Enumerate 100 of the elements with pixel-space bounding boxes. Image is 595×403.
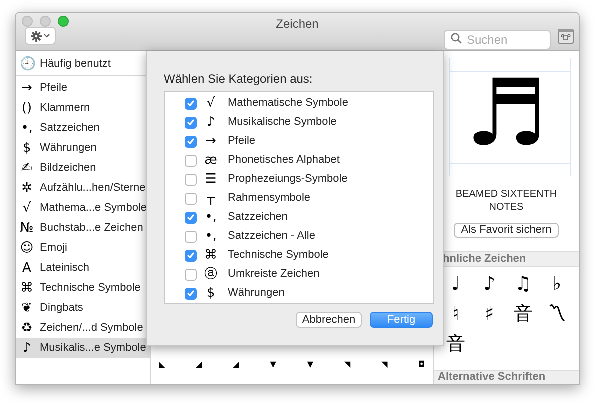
category-label: Währungen <box>40 140 97 156</box>
checkbox[interactable] <box>185 136 197 148</box>
character-glyph[interactable]: ◥ <box>344 361 351 369</box>
sidebar-item[interactable]: ❦ Dingbats <box>16 298 150 318</box>
sidebar-item[interactable]: ✲ Aufzählu...hen/Sterne <box>16 178 150 198</box>
character-glyph[interactable]: ♮ <box>452 304 460 324</box>
character-glyph[interactable]: ◥ <box>382 361 388 369</box>
checkbox[interactable] <box>185 230 197 242</box>
character-glyph[interactable]: ◘ <box>418 361 425 369</box>
sidebar-item[interactable]: № Buchstab...e Zeichen <box>16 218 150 238</box>
category-icon: ♪ <box>20 342 34 354</box>
category-icon: ☺ <box>20 242 34 254</box>
category-icon: √ <box>20 202 34 214</box>
character-glyph[interactable]: 音 <box>514 304 533 324</box>
category-icon: ⓐ <box>203 268 219 281</box>
category-label: Musikalis...e Symbole <box>40 340 146 356</box>
category-label: Buchstab...e Zeichen <box>40 220 144 236</box>
section-header: Alternative Schriften <box>434 370 579 384</box>
checkbox[interactable] <box>185 174 197 186</box>
character-glyph[interactable]: ◣ <box>159 361 166 369</box>
character-glyph[interactable]: ♩ <box>451 274 460 294</box>
sidebar-item[interactable]: A Lateinisch <box>16 258 150 278</box>
sheet-prompt: Wählen Sie Kategorien aus: <box>164 71 313 88</box>
character-glyph[interactable]: ▼ <box>307 361 314 369</box>
sidebar-item[interactable]: ♻ Zeichen/...d Symbole <box>16 318 150 338</box>
sidebar-item[interactable]: ♪ Musikalis...e Symbole <box>16 338 150 358</box>
search-field[interactable]: Suchen <box>444 30 551 50</box>
category-label: Satzzeichen <box>40 120 100 136</box>
checkbox[interactable] <box>185 192 197 204</box>
sidebar-item[interactable]: ☺ Emoji <box>16 238 150 258</box>
character-glyph[interactable]: 〽 <box>548 304 567 324</box>
gear-icon <box>31 30 42 42</box>
action-menu-button[interactable] <box>25 27 56 45</box>
checkbox[interactable] <box>185 98 197 110</box>
character-glyph: ♬ <box>465 68 548 160</box>
category-icon: ♪ <box>203 116 219 129</box>
sidebar-item[interactable]: √ Mathema...e Symbole <box>16 198 150 218</box>
category-label: Währungen <box>228 286 285 302</box>
character-name: BEAMED SIXTEENTH NOTES <box>454 188 558 214</box>
cancel-button[interactable]: Abbrechen <box>296 312 362 328</box>
sidebar-item[interactable]: ⌘ Technische Symbole <box>16 278 150 298</box>
category-label: Dingbats <box>40 300 84 316</box>
category-label: Häufig benutzt <box>40 57 111 72</box>
character-glyph[interactable]: ◢ <box>196 361 202 369</box>
character-glyph[interactable]: ♪ <box>484 274 496 294</box>
category-label: Aufzählu...hen/Sterne <box>40 180 146 196</box>
sidebar-item[interactable]: $ Währungen <box>16 138 150 158</box>
character-glyph[interactable]: ♭ <box>552 274 562 294</box>
category-label: Mathematische Symbole <box>228 96 348 112</box>
category-icon: •, <box>20 122 34 134</box>
category-icon: ☰ <box>203 173 219 186</box>
category-icon: ♻ <box>20 322 34 334</box>
checkbox[interactable] <box>185 268 197 280</box>
category-label: Lateinisch <box>40 260 90 276</box>
sidebar-item[interactable]: () Klammern <box>16 98 150 118</box>
category-label: Bildzeichen <box>40 160 96 176</box>
category-label: Phonetisches Alphabet <box>228 153 340 168</box>
category-icon: 🕘 <box>20 58 34 71</box>
category-label: Mathema...e Symbole <box>40 200 147 216</box>
category-label: Umkreiste Zeichen <box>228 267 320 282</box>
category-icon: № <box>20 222 34 234</box>
character-glyph[interactable]: ▼ <box>270 361 276 369</box>
category-label: Musikalische Symbole <box>228 115 337 130</box>
category-icon: ┬ <box>203 192 219 205</box>
category-label: Pfeile <box>228 134 256 150</box>
sidebar-item[interactable]: •, Satzzeichen <box>16 118 150 138</box>
chevron-down-icon <box>44 34 50 38</box>
category-icon: ❦ <box>20 302 34 314</box>
checkbox[interactable] <box>185 116 197 128</box>
character-glyph[interactable]: ◢ <box>233 361 240 369</box>
category-icon: ✲ <box>20 182 34 194</box>
category-icon: → <box>20 82 34 94</box>
category-icon: ✍ <box>20 162 34 174</box>
character-glyph[interactable]: 音 <box>446 334 466 354</box>
category-icon: ⌘ <box>20 282 34 294</box>
keyboard-viewer-icon[interactable] <box>558 29 574 44</box>
category-icon: √ <box>203 97 219 110</box>
search-icon <box>451 33 462 44</box>
window-title: Zeichen <box>276 16 319 33</box>
category-label: Zeichen/...d Symbole <box>40 320 144 336</box>
zoom-button[interactable] <box>58 16 69 27</box>
sidebar-item[interactable]: ✍ Bildzeichen <box>16 158 150 178</box>
category-label: Satzzeichen <box>228 210 288 226</box>
category-icon: æ <box>203 154 219 167</box>
sidebar-item[interactable]: → Pfeile <box>16 78 150 98</box>
category-label: Klammern <box>40 100 90 116</box>
category-label: Satzzeichen - Alle <box>228 229 316 244</box>
category-icon: $ <box>20 142 34 154</box>
checkbox[interactable] <box>185 250 197 262</box>
category-label: Prophezeiungs-Symbole <box>228 172 348 188</box>
category-icon: •, <box>203 211 219 224</box>
character-glyph[interactable]: ♫ <box>514 274 532 294</box>
category-icon: A <box>20 262 34 274</box>
save-favorite-button[interactable]: Als Favorit sichern <box>454 223 559 238</box>
checkbox[interactable] <box>185 154 197 166</box>
category-label: Rahmensymbole <box>228 191 311 206</box>
checkbox[interactable] <box>185 288 197 300</box>
category-label: Pfeile <box>40 80 68 96</box>
character-glyph[interactable]: ♯ <box>485 304 494 324</box>
checkbox[interactable] <box>185 212 197 224</box>
